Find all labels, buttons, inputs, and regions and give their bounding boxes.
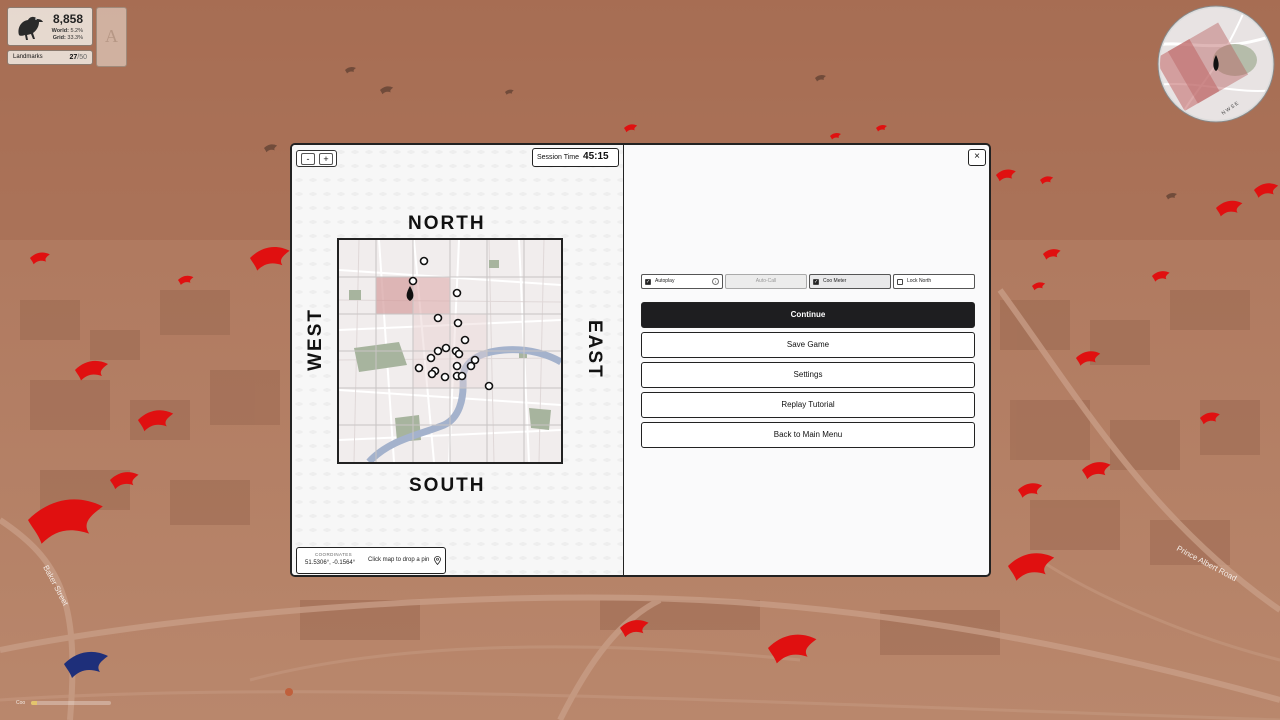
replay-tutorial-button[interactable]: Replay Tutorial (641, 392, 975, 418)
score-value: 8,858 (52, 12, 83, 26)
coo-meter-track (31, 701, 111, 705)
info-icon[interactable]: i (712, 278, 719, 285)
settings-button[interactable]: Settings (641, 362, 975, 388)
compass-west: WEST (305, 308, 326, 371)
world-progress: World: 5.2% (51, 28, 83, 34)
zoom-controls: - + (296, 150, 337, 167)
coordinates-label: COORDINATES (315, 552, 353, 557)
compass-south: SOUTH (409, 475, 486, 496)
map-pane: - + Session Time 45:15 NORTH SOUTH WEST E… (292, 145, 624, 575)
option-toggles: ✓ Autoplay i Auto-Call ✓ Coo Meter Lock … (641, 274, 976, 289)
session-timer: Session Time 45:15 (532, 148, 619, 167)
toggle-lock-north[interactable]: Lock North (893, 274, 975, 289)
map-pin-icon (434, 556, 441, 565)
pigeon-icon (18, 16, 43, 40)
world-map[interactable] (337, 238, 563, 464)
checkbox-icon[interactable] (897, 279, 903, 285)
item-card-slot: A (96, 7, 127, 67)
landmarks-count: 27/50 (69, 54, 87, 61)
compass-east: EAST (584, 320, 605, 379)
compass-north: NORTH (408, 213, 486, 234)
coordinates-panel: COORDINATES 51.5306°, -0.1564° Click map… (296, 547, 446, 574)
checkbox-icon[interactable]: ✓ (645, 279, 651, 285)
coo-meter-fill (31, 701, 38, 705)
toggle-autoplay[interactable]: ✓ Autoplay i (641, 274, 723, 289)
close-button[interactable]: × (968, 149, 986, 166)
session-time: 45:15 (583, 151, 609, 162)
toggle-coo-meter[interactable]: ✓ Coo Meter (809, 274, 891, 289)
coordinates-hint: Click map to drop a pin (368, 557, 430, 563)
grid-progress: Grid: 33.3% (52, 35, 83, 41)
landmarks-label: Landmarks (13, 54, 43, 60)
pause-dialog: - + Session Time 45:15 NORTH SOUTH WEST E… (290, 143, 991, 577)
zoom-in-button[interactable]: + (319, 153, 333, 165)
score-panel: 8,858 World: 5.2% Grid: 33.3% (7, 7, 93, 46)
card-letter: A (105, 26, 118, 46)
minimap[interactable]: N W S E (1157, 5, 1275, 123)
coo-meter: Coo (16, 699, 111, 707)
save-game-button[interactable]: Save Game (641, 332, 975, 358)
main-menu-button[interactable]: Back to Main Menu (641, 422, 975, 448)
continue-button[interactable]: Continue (641, 302, 975, 328)
landmarks-panel: Landmarks 27/50 (7, 50, 93, 65)
session-label: Session Time (537, 154, 580, 161)
coo-meter-label: Coo (16, 700, 26, 706)
coordinates-value: 51.5306°, -0.1564° (305, 560, 356, 566)
checkbox-icon[interactable]: ✓ (813, 279, 819, 285)
zoom-out-button[interactable]: - (301, 153, 315, 165)
toggle-auto-call: Auto-Call (725, 274, 807, 289)
